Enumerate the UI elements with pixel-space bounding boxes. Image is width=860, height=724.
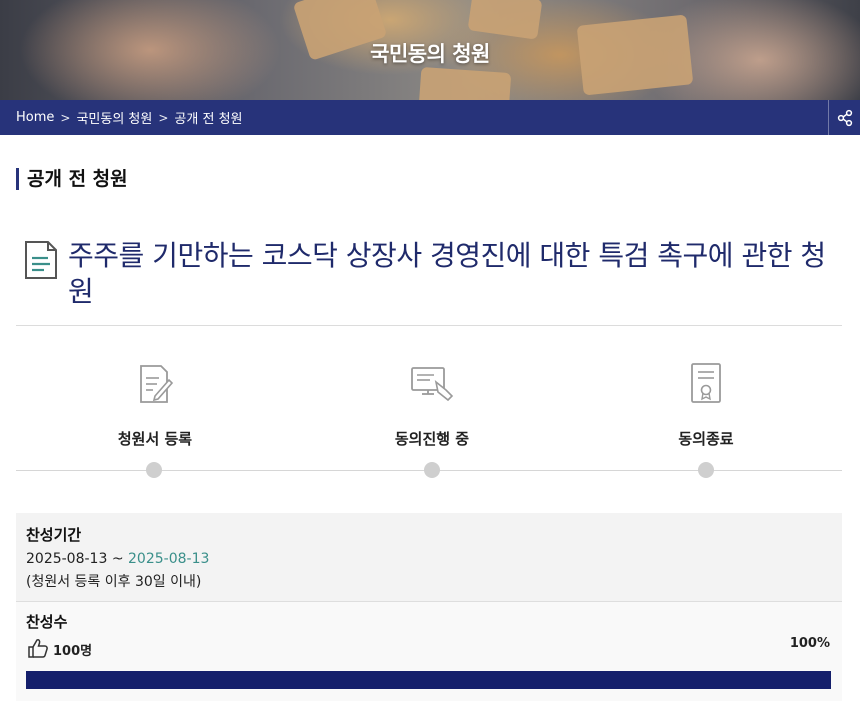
- step-in-progress: 동의진행 중: [352, 360, 512, 449]
- share-button[interactable]: [828, 100, 860, 135]
- support-percent: 100%: [789, 636, 830, 651]
- support-progress-bar: [26, 671, 831, 689]
- breadcrumb-separator: >: [60, 110, 71, 125]
- petition-title: 주주를 기만하는 코스닥 상장사 경영진에 대한 특검 촉구에 관한 청원: [68, 239, 826, 308]
- support-label: 찬성수: [26, 613, 68, 631]
- step-label: 동의종료: [678, 430, 734, 448]
- support-count: 100명: [53, 644, 93, 659]
- period-start: 2025-08-13: [26, 551, 108, 567]
- period-end: 2025-08-13: [128, 551, 210, 567]
- breadcrumb-current[interactable]: 공개 전 청원: [174, 108, 242, 127]
- support-progress-fill: [26, 671, 831, 689]
- step-dot: [146, 462, 162, 478]
- period-label: 찬성기간: [26, 526, 82, 544]
- step-label: 동의진행 중: [394, 430, 470, 448]
- breadcrumb-petitions[interactable]: 국민동의 청원: [76, 108, 152, 127]
- period-note: (청원서 등록 이후 30일 이내): [26, 574, 202, 590]
- write-document-icon: [140, 365, 174, 403]
- step-registration: 청원서 등록: [75, 360, 235, 449]
- thumbs-up-icon: [28, 639, 48, 658]
- hero-title: 국민동의 청원: [370, 42, 490, 66]
- share-icon: [837, 109, 852, 126]
- divider: [16, 325, 842, 326]
- section-title: 공개 전 청원: [16, 168, 128, 190]
- computer-signing-icon: [411, 367, 454, 402]
- step-label: 청원서 등록: [117, 430, 193, 448]
- breadcrumb: Home > 국민동의 청원 > 공개 전 청원: [0, 100, 860, 135]
- puzzle-piece-image: [467, 0, 543, 40]
- hero-banner: 국민동의 청원: [0, 0, 860, 114]
- certificate-icon: [691, 363, 721, 403]
- period-separator: ~: [107, 551, 129, 567]
- period-range: 2025-08-13 ~ 2025-08-13: [26, 551, 209, 567]
- breadcrumb-home[interactable]: Home: [16, 110, 54, 125]
- document-icon: [25, 241, 57, 279]
- step-dot: [698, 462, 714, 478]
- breadcrumb-separator: >: [158, 110, 169, 125]
- step-dot: [424, 462, 440, 478]
- step-closed: 동의종료: [626, 360, 786, 449]
